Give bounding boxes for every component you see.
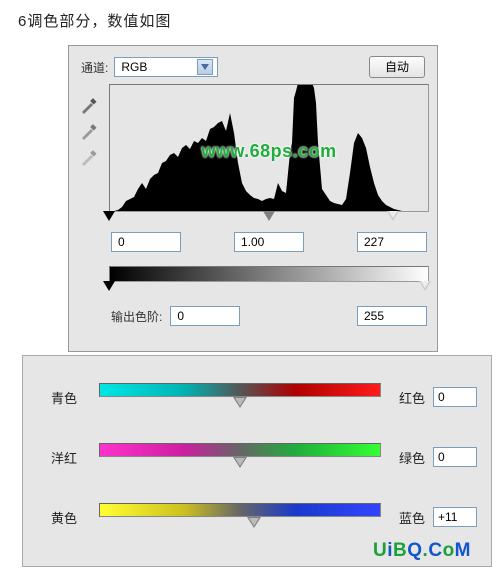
histogram-area: www.68ps.com 0 1.00 227 输出色阶: 0 255 xyxy=(109,84,429,326)
cb-gradient-magenta-green xyxy=(99,443,381,457)
page-caption: 6调色部分，数值如图 xyxy=(0,0,500,31)
cb-thumb-yellow-blue[interactable] xyxy=(247,517,261,528)
output-value-row: 输出色阶: 0 255 xyxy=(109,306,429,326)
input-black-slider[interactable] xyxy=(103,211,115,221)
cb-right-label: 红色 xyxy=(387,388,425,407)
channel-select-value: RGB xyxy=(121,60,147,74)
cb-slider-magenta-green[interactable] xyxy=(99,457,381,471)
input-slider-track[interactable] xyxy=(109,212,429,224)
output-label: 输出色阶: xyxy=(111,308,162,325)
cb-left-label: 洋红 xyxy=(51,448,93,467)
cb-row-yellow-blue: 黄色 蓝色 +11 xyxy=(51,492,477,542)
output-black-slider[interactable] xyxy=(103,281,115,291)
cb-thumb-cyan-red[interactable] xyxy=(233,397,247,408)
chevron-down-icon[interactable] xyxy=(197,59,213,75)
auto-button[interactable]: 自动 xyxy=(369,56,425,78)
output-slider-track[interactable] xyxy=(109,282,429,296)
input-value-row: 0 1.00 227 xyxy=(109,232,429,252)
cb-slider-yellow-blue[interactable] xyxy=(99,517,381,531)
color-balance-panel: 青色 红色 0 洋红 绿色 0 黄色 蓝色 +11 xyxy=(22,355,492,567)
watermark-68ps: www.68ps.com xyxy=(201,141,336,162)
channel-label: 通道: xyxy=(81,59,108,76)
input-white-field[interactable]: 227 xyxy=(357,232,427,252)
eyedropper-white-icon[interactable] xyxy=(77,148,101,168)
output-black-field[interactable]: 0 xyxy=(170,306,240,326)
cb-value-cyan-red[interactable]: 0 xyxy=(433,387,477,407)
input-mid-field[interactable]: 1.00 xyxy=(234,232,304,252)
cb-value-yellow-blue[interactable]: +11 xyxy=(433,507,477,527)
output-gradient xyxy=(109,266,429,282)
eyedropper-black-icon[interactable] xyxy=(77,96,101,116)
input-black-field[interactable]: 0 xyxy=(111,232,181,252)
cb-left-label: 青色 xyxy=(51,388,93,407)
cb-left-label: 黄色 xyxy=(51,508,93,527)
input-mid-slider[interactable] xyxy=(263,211,275,221)
cb-thumb-magenta-green[interactable] xyxy=(233,457,247,468)
channel-select[interactable]: RGB xyxy=(114,57,218,77)
cb-right-label: 蓝色 xyxy=(387,508,425,527)
eyedropper-group xyxy=(77,96,101,168)
watermark-uibq: UiBQ.CoM xyxy=(373,540,471,562)
cb-value-magenta-green[interactable]: 0 xyxy=(433,447,477,467)
output-white-slider[interactable] xyxy=(419,281,431,291)
cb-gradient-yellow-blue xyxy=(99,503,381,517)
levels-top-row: 通道: RGB 自动 xyxy=(69,46,437,84)
cb-row-magenta-green: 洋红 绿色 0 xyxy=(51,432,477,482)
histogram: www.68ps.com xyxy=(109,84,429,212)
levels-panel: 通道: RGB 自动 www.68ps.com xyxy=(68,45,438,352)
input-white-slider[interactable] xyxy=(387,211,399,221)
cb-row-cyan-red: 青色 红色 0 xyxy=(51,372,477,422)
eyedropper-gray-icon[interactable] xyxy=(77,122,101,142)
cb-right-label: 绿色 xyxy=(387,448,425,467)
cb-slider-cyan-red[interactable] xyxy=(99,397,381,411)
cb-gradient-cyan-red xyxy=(99,383,381,397)
output-white-field[interactable]: 255 xyxy=(357,306,427,326)
